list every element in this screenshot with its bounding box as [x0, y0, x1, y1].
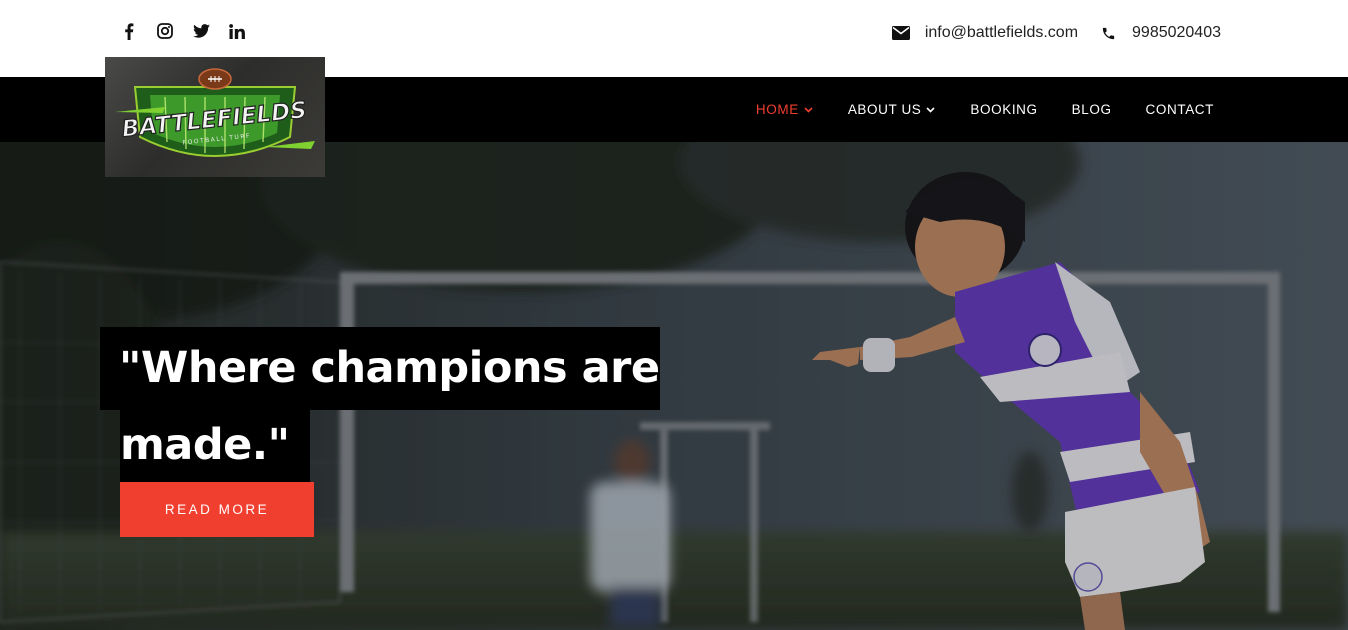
hero-headline-line-2: made." — [120, 410, 310, 483]
social-links — [120, 22, 246, 40]
hero-headline: "Where champions are made." — [100, 327, 660, 483]
nav-item-about-us[interactable]: ABOUT US — [848, 102, 937, 117]
chevron-down-icon — [926, 105, 936, 115]
nav-item-home[interactable]: HOME — [756, 102, 814, 117]
chevron-down-icon — [804, 105, 814, 115]
read-more-button[interactable]: READ MORE — [120, 482, 314, 537]
phone-number[interactable]: 9985020403 — [1132, 24, 1221, 42]
hero-headline-line-1: "Where champions are — [100, 327, 660, 410]
nav-item-label: CONTACT — [1145, 102, 1214, 117]
email-address[interactable]: info@battlefields.com — [925, 24, 1078, 42]
instagram-icon[interactable] — [156, 22, 174, 40]
nav-item-label: BLOG — [1071, 102, 1112, 117]
nav-item-label: BOOKING — [970, 102, 1038, 117]
linkedin-icon[interactable] — [228, 22, 246, 40]
envelope-icon — [891, 24, 910, 42]
site-logo[interactable]: BATTLEFIELDS FOOTBALL TURF — [105, 57, 325, 177]
nav-item-label: ABOUT US — [847, 102, 922, 117]
contact-info: info@battlefields.com 9985020403 — [891, 24, 1221, 42]
facebook-icon[interactable] — [120, 22, 138, 40]
nav-item-label: HOME — [755, 102, 799, 117]
hero-banner: "Where champions are made." READ MORE — [0, 142, 1348, 630]
nav-menu: HOME ABOUT US BOOKING BLOG CONTACT — [722, 77, 1214, 142]
phone-icon — [1099, 24, 1117, 42]
nav-item-booking[interactable]: BOOKING — [970, 102, 1037, 117]
twitter-icon[interactable] — [192, 22, 210, 40]
nav-item-contact[interactable]: CONTACT — [1146, 102, 1214, 117]
nav-item-blog[interactable]: BLOG — [1072, 102, 1112, 117]
